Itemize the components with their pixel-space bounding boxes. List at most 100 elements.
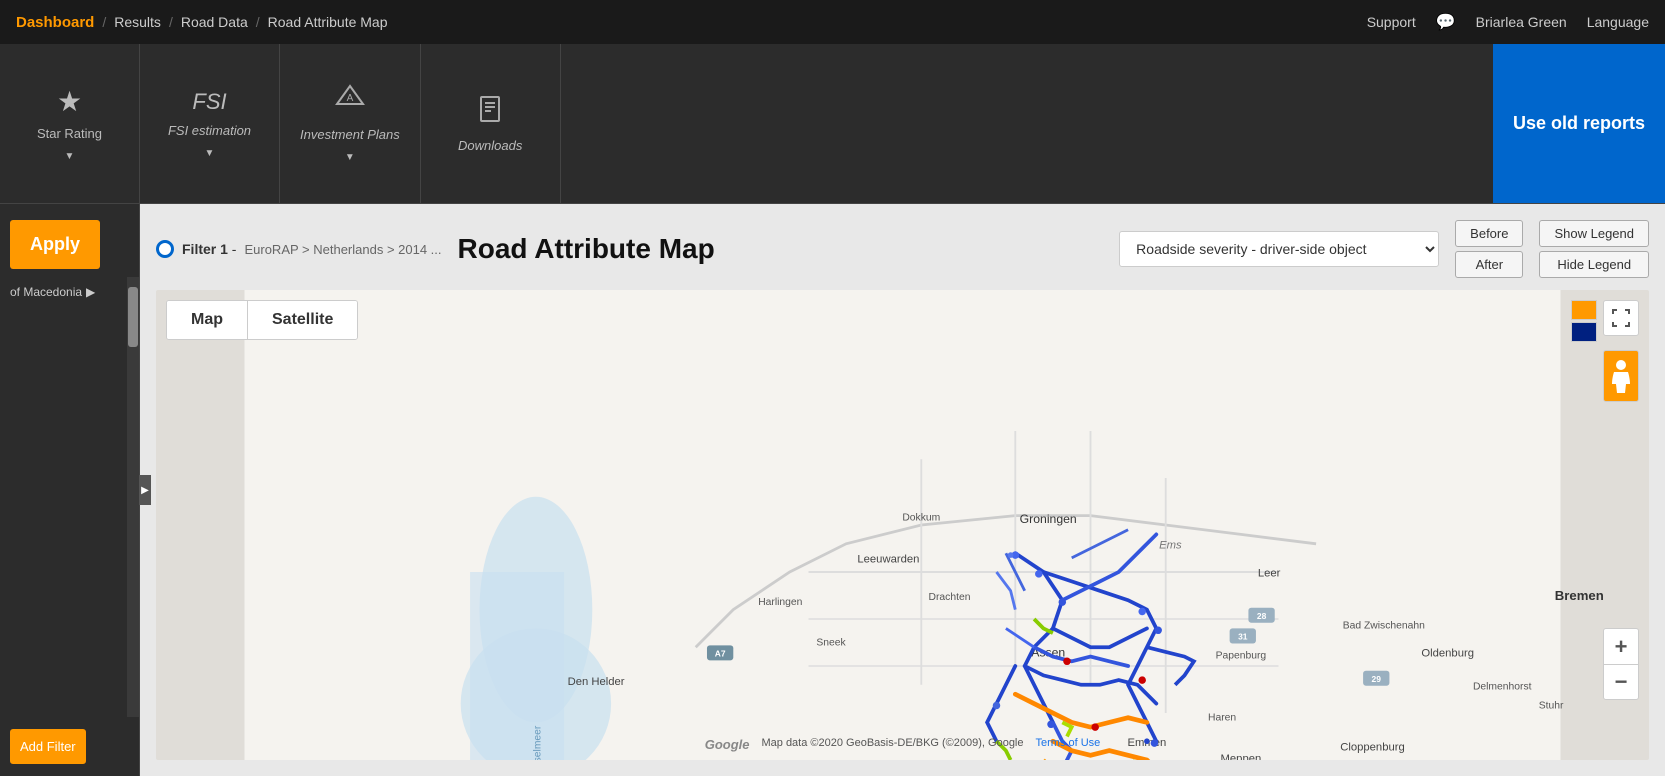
sep1: / [102, 14, 106, 30]
svg-text:A7: A7 [715, 649, 726, 659]
map-title: Road Attribute Map [458, 233, 715, 265]
svg-text:Papenburg: Papenburg [1216, 650, 1267, 661]
filter-number: Filter 1 [182, 241, 228, 257]
svg-text:IJsselmeer: IJsselmeer [533, 725, 544, 760]
sidebar-item-downloads[interactable]: Downloads [421, 44, 561, 203]
fsi-label: FSI estimation [168, 123, 251, 138]
apply-button[interactable]: Apply [10, 220, 100, 269]
satellite-view-button[interactable]: Satellite [248, 301, 357, 339]
svg-text:Harlingen: Harlingen [758, 597, 802, 608]
color-legend-dark [1571, 322, 1597, 342]
svg-text:31: 31 [1238, 632, 1248, 642]
filter-path: EuroRAP > Netherlands > 2014 ... [244, 242, 441, 257]
svg-text:Bremen: Bremen [1555, 588, 1604, 603]
sidebar-scrollbar[interactable] [127, 277, 139, 717]
user-menu[interactable]: Briarlea Green [1476, 14, 1567, 30]
svg-text:Meppen: Meppen [1221, 753, 1262, 760]
svg-text:Ems: Ems [1159, 540, 1182, 552]
hide-legend-button[interactable]: Hide Legend [1539, 251, 1649, 278]
sidebar-scroll-area: of Macedonia ▶ [0, 277, 127, 717]
road-data-link[interactable]: Road Data [181, 14, 248, 30]
filter-indicator: Filter 1 - EuroRAP > Netherlands > 2014 … [156, 240, 442, 258]
street-view-button[interactable] [1603, 350, 1639, 402]
svg-text:Sneek: Sneek [816, 637, 846, 648]
svg-text:Haren: Haren [1208, 713, 1236, 724]
svg-text:Bad Zwischenahn: Bad Zwischenahn [1343, 620, 1425, 631]
sidebar-collapse-arrow[interactable]: ▶ [139, 475, 151, 505]
svg-text:Leer: Leer [1258, 568, 1281, 580]
road-attribute-map-link[interactable]: Road Attribute Map [268, 14, 388, 30]
top-navigation: Dashboard / Results / Road Data / Road A… [0, 0, 1665, 44]
sidebar-item-investment-plans[interactable]: A Investment Plans ▼ [280, 44, 421, 203]
region-chevron: ▶ [86, 285, 95, 299]
google-logo: Google [705, 737, 750, 752]
svg-text:Den Helder: Den Helder [568, 676, 625, 688]
terms-of-use-link[interactable]: Terms of Use [1036, 737, 1101, 752]
sidebar: Apply of Macedonia ▶ Add Filter ▶ [0, 204, 140, 776]
main-area: Apply of Macedonia ▶ Add Filter ▶ [0, 204, 1665, 776]
map-view-button[interactable]: Map [167, 301, 248, 339]
sep3: / [256, 14, 260, 30]
support-link[interactable]: Support [1367, 14, 1416, 30]
add-filter-button[interactable]: Add Filter [10, 729, 86, 764]
svg-text:29: 29 [1372, 674, 1382, 684]
language-menu[interactable]: Language [1587, 14, 1649, 30]
region-label: of Macedonia [10, 285, 82, 299]
show-legend-button[interactable]: Show Legend [1539, 220, 1649, 247]
map-color-legend [1571, 300, 1597, 342]
scrollbar-thumb[interactable] [128, 287, 138, 347]
fsi-caret: ▼ [205, 148, 215, 159]
svg-text:Cloppenburg: Cloppenburg [1340, 742, 1405, 754]
star-rating-caret: ▼ [65, 151, 75, 162]
sep2: / [169, 14, 173, 30]
map-container[interactable]: A32 A37 A7 A6 A9 A28 28 [156, 290, 1649, 760]
svg-text:Drachten: Drachten [929, 592, 971, 603]
street-view-container [1603, 350, 1639, 402]
filter-label: Filter 1 - [182, 241, 236, 257]
use-old-reports-button[interactable]: Use old reports [1493, 44, 1665, 203]
investment-caret: ▼ [345, 152, 355, 163]
results-link[interactable]: Results [114, 14, 161, 30]
fullscreen-button[interactable] [1603, 300, 1639, 336]
map-controls-top [1603, 300, 1639, 336]
legend-buttons: Show Legend Hide Legend [1539, 220, 1649, 278]
svg-text:Dokkum: Dokkum [902, 512, 940, 523]
map-header: Filter 1 - EuroRAP > Netherlands > 2014 … [156, 220, 1649, 278]
downloads-label: Downloads [458, 138, 522, 153]
zoom-in-button[interactable]: + [1603, 628, 1639, 664]
dashboard-link[interactable]: Dashboard [16, 14, 94, 31]
downloads-icon [477, 95, 503, 130]
svg-text:Leeuwarden: Leeuwarden [857, 554, 919, 566]
investment-icon: A [335, 84, 365, 119]
svg-text:Stuhr: Stuhr [1539, 700, 1564, 711]
sidebar-item-star-rating[interactable]: ★ Star Rating ▼ [0, 44, 140, 203]
svg-text:Groningen: Groningen [1020, 512, 1077, 526]
sub-navigation: ★ Star Rating ▼ FSI FSI estimation ▼ A I… [0, 44, 1665, 204]
color-legend-orange [1571, 300, 1597, 320]
content-area: Filter 1 - EuroRAP > Netherlands > 2014 … [140, 204, 1665, 776]
right-nav-area: Support 💬 Briarlea Green Language [1367, 12, 1649, 32]
before-after-buttons: Before After [1455, 220, 1523, 278]
sidebar-item-fsi[interactable]: FSI FSI estimation ▼ [140, 44, 280, 203]
sidebar-region-item[interactable]: of Macedonia ▶ [0, 277, 127, 307]
before-button[interactable]: Before [1455, 220, 1523, 247]
after-button[interactable]: After [1455, 251, 1523, 278]
map-svg: A32 A37 A7 A6 A9 A28 28 [156, 290, 1649, 760]
zoom-out-button[interactable]: − [1603, 664, 1639, 700]
investment-label: Investment Plans [300, 127, 400, 142]
svg-text:Oldenburg: Oldenburg [1421, 648, 1474, 660]
map-attribution: Google Map data ©2020 GeoBasis-DE/BKG (©… [705, 737, 1101, 752]
map-data-attribution: Map data ©2020 GeoBasis-DE/BKG (©2009), … [761, 737, 1023, 752]
attribute-dropdown[interactable]: Roadside severity - driver-side object R… [1119, 231, 1439, 267]
filter-circle [156, 240, 174, 258]
chat-icon[interactable]: 💬 [1436, 12, 1456, 32]
svg-text:A: A [347, 93, 354, 104]
zoom-controls: + − [1603, 628, 1639, 700]
map-toggle: Map Satellite [166, 300, 358, 340]
star-rating-label: Star Rating [37, 126, 102, 141]
star-icon: ★ [57, 85, 82, 118]
fsi-icon: FSI [192, 89, 226, 115]
svg-text:28: 28 [1257, 611, 1267, 621]
filter-sep: - [232, 241, 237, 257]
svg-text:Delmenhorst: Delmenhorst [1473, 682, 1532, 693]
